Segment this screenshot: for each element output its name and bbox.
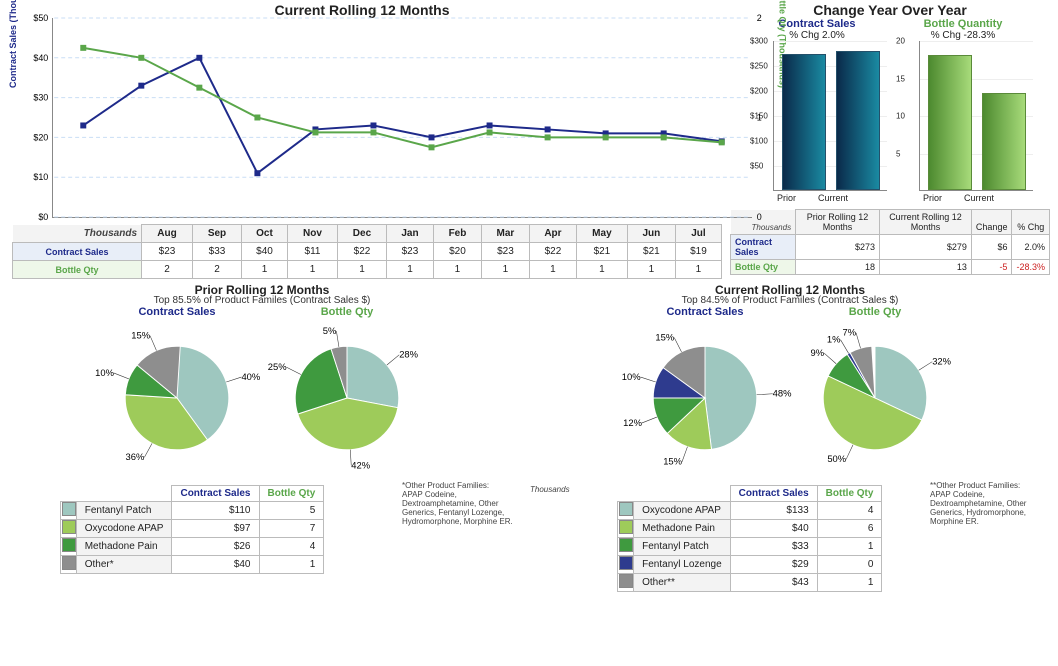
svg-text:15%: 15% [663,456,682,467]
svg-text:36%: 36% [126,451,145,462]
current-sales-pie: 48%15%12%10%15% [625,318,785,478]
prior-section-subtitle: Top 85.5% of Product Familes (Contract S… [2,295,522,306]
svg-text:$50: $50 [33,13,48,23]
svg-text:7%: 7% [842,327,856,338]
svg-text:48%: 48% [773,388,792,399]
prior-qty-pie: 28% 42% 25% 5% [267,318,427,478]
current-qty-label: Bottle Qty [795,306,955,318]
current-product-table: Contract SalesBottle QtyOxycodone APAP$1… [617,485,882,592]
svg-text:10%: 10% [622,371,641,382]
svg-text:10%: 10% [95,367,114,378]
svg-text:$20: $20 [33,132,48,142]
prior-footnote: *Other Product Families: APAP Codeine, D… [402,481,522,526]
current-footnote: **Other Product Families: APAP Codeine, … [930,481,1050,526]
prior-qty-label: Bottle Qty [267,306,427,318]
svg-text:32%: 32% [932,356,951,367]
svg-text:0: 0 [757,212,762,222]
current-qty-pie: 32% 50% 9%1%7% [795,318,955,478]
prior-product-table: Contract SalesBottle QtyFentanyl Patch$1… [60,485,325,574]
svg-text:25%: 25% [268,361,287,372]
svg-text:$40: $40 [33,53,48,63]
thousands-label: Thousands [530,485,570,494]
svg-text:42%: 42% [351,459,370,470]
yoy-qty-chart: Bottle Quantity % Chg -28.3% 5101520 Pri… [893,18,1033,203]
rolling-12-chart: Contract Sales (Thousands) Bottle Qty (T… [52,18,752,218]
svg-text:$30: $30 [33,93,48,103]
main-chart-title: Current Rolling 12 Months [2,2,722,18]
svg-text:$10: $10 [33,172,48,182]
svg-text:1%: 1% [827,333,841,344]
current-section-subtitle: Top 84.5% of Product Familes (Contract S… [530,295,1050,306]
yoy-summary-table: ThousandsPrior Rolling 12 MonthsCurrent … [730,209,1050,275]
svg-text:15%: 15% [131,330,150,341]
svg-text:28%: 28% [399,349,418,360]
yoy-sales-chart: Contract Sales % Chg 2.0% $50$100$150$20… [747,18,887,203]
svg-text:15%: 15% [655,331,674,342]
prior-sales-label: Contract Sales [97,306,257,318]
svg-text:12%: 12% [623,417,642,428]
current-sales-label: Contract Sales [625,306,785,318]
prior-sales-pie: 40% 36% 10% 15% [97,318,257,478]
svg-text:50%: 50% [827,453,846,464]
svg-text:9%: 9% [811,347,825,358]
y1-axis-label: Contract Sales (Thousands) [8,0,18,88]
svg-text:2: 2 [757,13,762,23]
month-data-table: ThousandsAugSepOctNovDecJanFebMarAprMayJ… [12,224,722,279]
svg-text:5%: 5% [323,325,337,336]
svg-text:40%: 40% [241,371,260,382]
svg-text:$0: $0 [38,212,48,222]
